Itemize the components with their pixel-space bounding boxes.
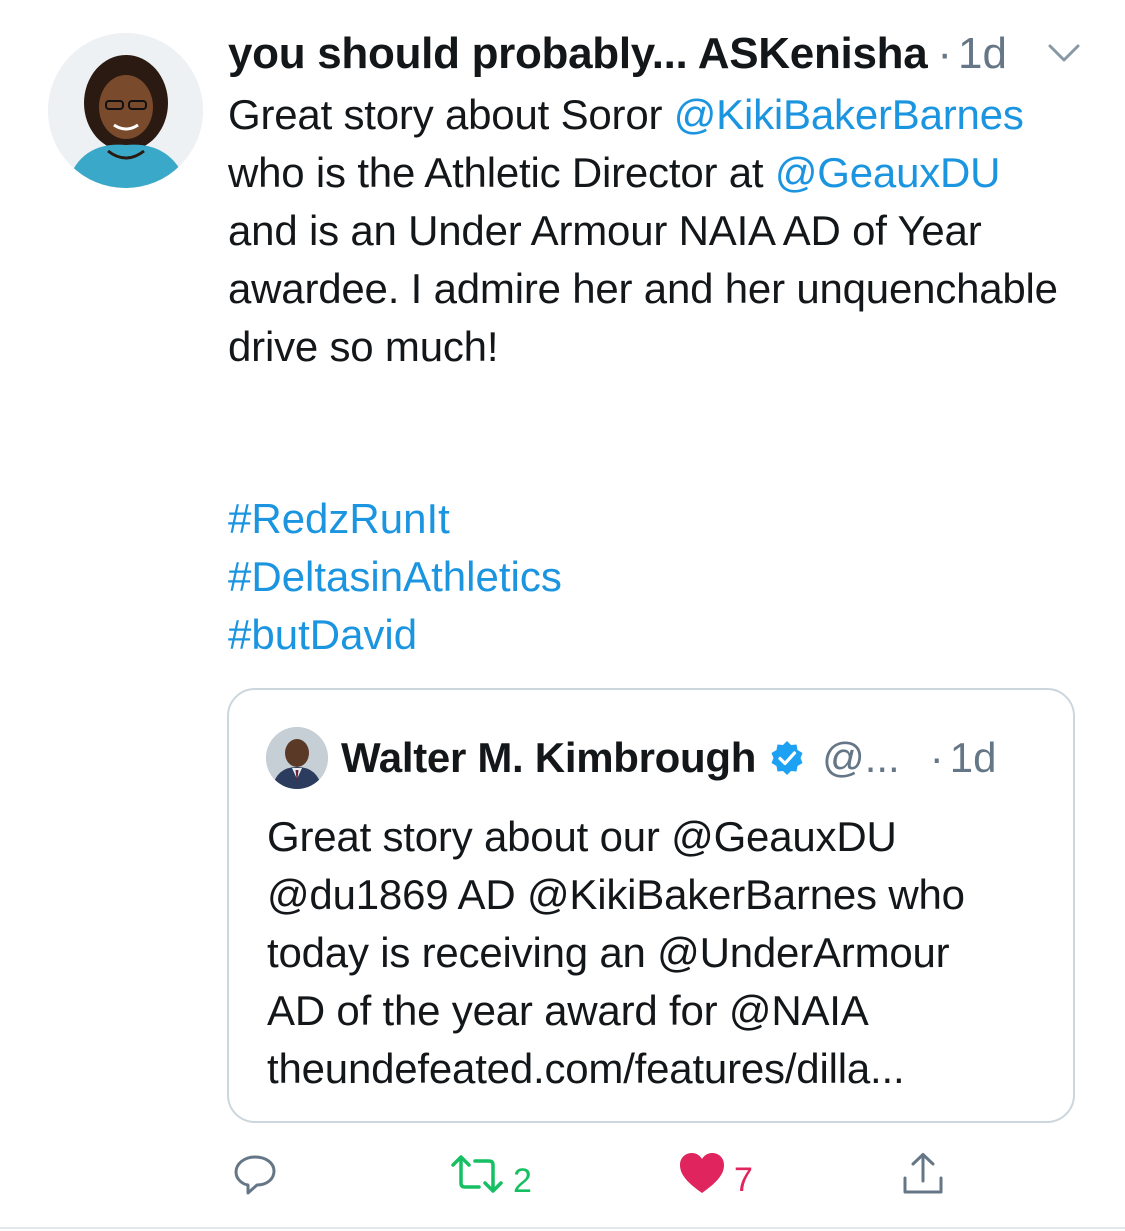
tweet-text-segment: and is an Under Armour NAIA AD of Year a… bbox=[228, 207, 1058, 370]
retweet-button[interactable]: 2 bbox=[449, 1151, 532, 1210]
header-separator: · bbox=[937, 29, 953, 78]
hashtag-link[interactable]: #DeltasinAthletics bbox=[228, 548, 562, 606]
quoted-text-line: AD of the year award for @NAIA bbox=[267, 987, 869, 1034]
heart-icon bbox=[678, 1151, 726, 1208]
tweet-timestamp[interactable]: 1d bbox=[958, 28, 1007, 80]
like-button[interactable]: 7 bbox=[678, 1151, 753, 1208]
quoted-header-separator: · bbox=[929, 734, 944, 781]
quoted-author-avatar[interactable] bbox=[266, 727, 328, 789]
quoted-text-line: Great story about our @GeauxDU bbox=[267, 813, 897, 860]
hashtag-link[interactable]: #butDavid bbox=[228, 606, 562, 664]
tweet-actions: 2 7 bbox=[0, 1145, 1125, 1205]
quoted-tweet-text: Great story about our @GeauxDU @du1869 A… bbox=[267, 808, 1057, 1098]
like-count: 7 bbox=[734, 1160, 753, 1199]
reply-button[interactable] bbox=[232, 1151, 278, 1210]
tweet-text: Great story about Soror @KikiBakerBarnes… bbox=[228, 86, 1078, 376]
retweet-icon bbox=[449, 1151, 505, 1210]
quoted-tweet[interactable]: Walter M. Kimbrough @... · 1d Great stor… bbox=[227, 688, 1075, 1123]
tweet[interactable]: you should probably... ASKenisha · 1d Gr… bbox=[0, 0, 1125, 1231]
retweet-count: 2 bbox=[513, 1161, 532, 1200]
hashtag-link[interactable]: #RedzRunIt bbox=[228, 490, 562, 548]
quoted-tweet-timestamp[interactable]: 1d bbox=[950, 734, 997, 782]
quoted-author-name[interactable]: Walter M. Kimbrough bbox=[341, 734, 756, 782]
reply-icon bbox=[232, 1151, 278, 1210]
quoted-author-handle[interactable]: @... bbox=[822, 734, 900, 782]
author-avatar[interactable] bbox=[48, 33, 203, 188]
quoted-tweet-header: Walter M. Kimbrough @... · 1d bbox=[341, 730, 996, 786]
tweet-text-segment: who is the Athletic Director at bbox=[228, 149, 775, 196]
quoted-text-line: @du1869 AD @KikiBakerBarnes who bbox=[267, 871, 965, 918]
hashtag-list: #RedzRunIt #DeltasinAthletics #butDavid bbox=[228, 490, 562, 664]
tweet-header: you should probably... ASKenisha · 1d bbox=[228, 28, 1088, 80]
share-button[interactable] bbox=[900, 1151, 946, 1210]
mention-link[interactable]: @KikiBakerBarnes bbox=[674, 91, 1024, 138]
mention-link[interactable]: @GeauxDU bbox=[775, 149, 1001, 196]
share-icon bbox=[900, 1151, 946, 1210]
chevron-down-icon[interactable] bbox=[1046, 40, 1082, 68]
quoted-text-line: theundefeated.com/features/dilla... bbox=[267, 1045, 905, 1092]
quoted-text-line: today is receiving an @UnderArmour bbox=[267, 929, 950, 976]
divider bbox=[0, 1227, 1125, 1229]
verified-badge-icon bbox=[768, 739, 806, 777]
author-name[interactable]: you should probably... ASKenisha bbox=[228, 28, 928, 80]
tweet-text-segment: Great story about Soror bbox=[228, 91, 674, 138]
